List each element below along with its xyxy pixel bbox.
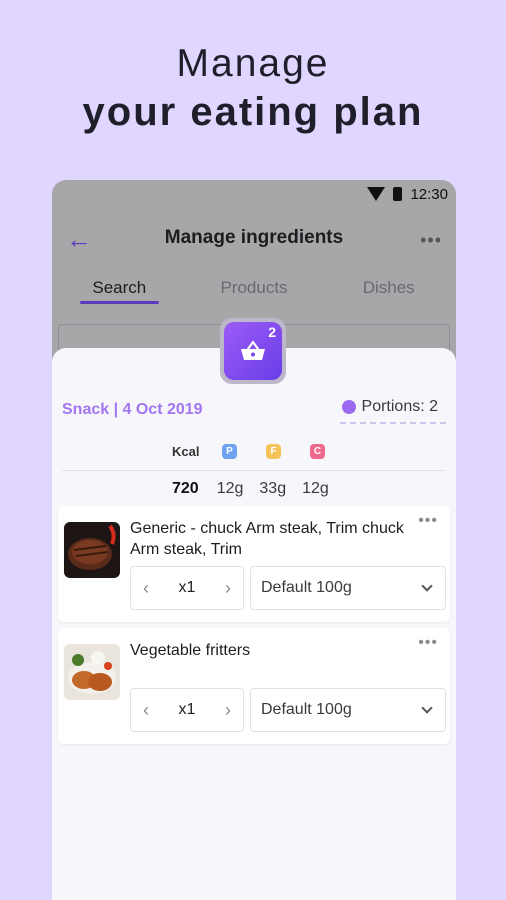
decrease-icon[interactable]: ‹ (143, 578, 149, 599)
app-bar: ← Manage ingredients ••• (52, 208, 456, 268)
basket-icon (241, 340, 265, 360)
ingredient-name: Generic - chuck Arm steak, Trim chuck Ar… (130, 520, 404, 558)
portions-control[interactable]: Portions: 2 (339, 396, 446, 424)
steak-thumbnail (64, 522, 120, 578)
chevron-down-icon (421, 702, 433, 714)
portions-label: Portions: 2 (361, 398, 438, 415)
wifi-icon (367, 187, 386, 201)
ingredient-name: Vegetable fritters (130, 642, 251, 659)
quantity-value: x1 (178, 579, 196, 596)
macro-header: Kcal P F C (172, 444, 354, 459)
quantity-value: x1 (178, 701, 196, 718)
ingredient-card[interactable]: Vegetable fritters ••• ‹ x1 › Default 10… (58, 628, 450, 744)
portion-select[interactable]: Default 100g (250, 688, 446, 732)
meal-label[interactable]: Snack | 4 Oct 2019 (62, 401, 203, 419)
page-title: Manage ingredients (164, 227, 344, 248)
status-bar: 12:30 (52, 180, 456, 208)
macro-values: 720 12g 33g 12g (172, 480, 345, 498)
tab-dishes[interactable]: Dishes (321, 268, 456, 316)
basket-sheet: 2 Snack | 4 Oct 2019 Portions: 2 Kcal P … (52, 318, 456, 900)
back-arrow-icon[interactable]: ← (66, 224, 92, 255)
increase-icon[interactable]: › (225, 578, 231, 599)
item-more-icon[interactable]: ••• (418, 512, 438, 530)
kcal-value: 720 (172, 480, 199, 497)
protein-chip: P (222, 444, 237, 459)
tab-bar: Search Products Dishes (52, 268, 456, 316)
quantity-stepper: ‹ x1 › (130, 688, 244, 732)
basket-count-badge: 2 (268, 324, 276, 340)
divider (62, 470, 446, 471)
portion-value: Default 100g (261, 701, 352, 718)
promo-headline: Manage your eating plan (0, 40, 506, 136)
battery-icon (393, 187, 403, 201)
tab-label: Search (92, 278, 147, 297)
more-options-icon[interactable]: ••• (420, 230, 442, 251)
decrease-icon[interactable]: ‹ (143, 700, 149, 721)
carbs-value: 12g (302, 480, 329, 497)
status-time: 12:30 (410, 185, 448, 203)
headline-line1: Manage (176, 42, 330, 85)
basket-button[interactable]: 2 (220, 318, 286, 384)
quantity-stepper: ‹ x1 › (130, 566, 244, 610)
portion-select[interactable]: Default 100g (250, 566, 446, 610)
carbs-chip: C (310, 444, 325, 459)
pie-icon (341, 400, 356, 414)
headline-line2: your eating plan (82, 90, 424, 134)
ingredient-card[interactable]: Generic - chuck Arm steak, Trim chuck Ar… (58, 506, 450, 622)
tab-products[interactable]: Products (187, 268, 322, 316)
chevron-down-icon (421, 580, 433, 592)
kcal-header: Kcal (172, 444, 200, 459)
tab-search[interactable]: Search (52, 268, 187, 316)
fat-value: 33g (259, 480, 287, 497)
meal-row: Snack | 4 Oct 2019 Portions: 2 (62, 396, 446, 424)
fat-chip: F (266, 444, 281, 459)
portion-value: Default 100g (261, 579, 352, 596)
tab-label: Products (220, 278, 288, 297)
protein-value: 12g (216, 480, 244, 497)
tab-label: Dishes (362, 278, 415, 297)
item-more-icon[interactable]: ••• (418, 634, 438, 652)
increase-icon[interactable]: › (225, 700, 231, 721)
phone-screen: 12:30 ← Manage ingredients ••• Search Pr… (52, 180, 456, 900)
tab-indicator (80, 301, 159, 304)
fritters-thumbnail (64, 644, 120, 700)
